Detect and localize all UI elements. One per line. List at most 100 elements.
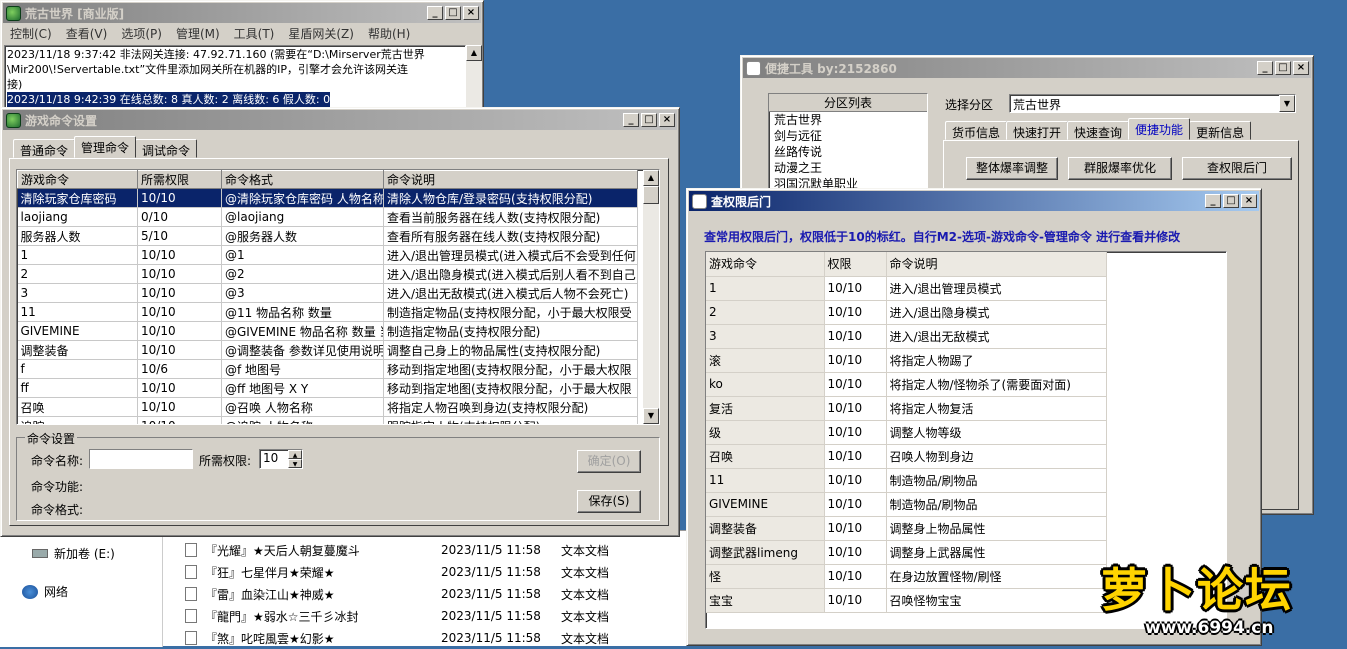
drive-item[interactable]: 新加卷 (E:)	[32, 545, 115, 562]
table-cell: 召唤	[17, 397, 138, 417]
maximize-icon[interactable]: □	[1223, 194, 1239, 208]
cmd-table-scrollbar[interactable]: ▲ ▼	[643, 170, 659, 424]
table-row[interactable]: 1 10/10 @1 进入/退出管理员模式(进入模式后不会受到任何	[17, 245, 638, 265]
scroll-up-icon[interactable]: ▲	[643, 170, 659, 186]
tab-currency[interactable]: 货币信息	[945, 121, 1008, 140]
table-row[interactable]: GIVEMINE10/10@GIVEMINE 物品名称 数量 当前制造指定物品(…	[17, 321, 638, 341]
close-icon[interactable]: ×	[659, 113, 675, 127]
group-droprate-button[interactable]: 群服爆率优化	[1068, 157, 1172, 180]
maximize-icon[interactable]: □	[1275, 61, 1291, 75]
file-row[interactable]: 『狂』七星伴月★荣耀★ 2023/11/5 11:58 文本文档	[185, 561, 609, 583]
log-box[interactable]: 2023/11/18 9:37:42 非法网关连接: 47.92.71.160 …	[4, 45, 466, 113]
chevron-down-icon[interactable]: ▼	[1279, 95, 1295, 112]
overall-droprate-button[interactable]: 整体爆率调整	[966, 157, 1058, 180]
maximize-icon[interactable]: □	[445, 6, 461, 20]
close-icon[interactable]: ×	[1241, 194, 1257, 208]
col-header[interactable]: 命令说明	[886, 252, 1107, 277]
confirm-button[interactable]: 确定(O)	[577, 450, 641, 473]
main-titlebar[interactable]: 荒古世界 [商业版] _ □ ×	[3, 3, 481, 23]
table-row[interactable]: laojiang 0/10 @laojiang 查看当前服务器在线人数(支持权限分配)	[17, 207, 638, 227]
table-row[interactable]: 2 10/10 @2 进入/退出隐身模式(进入模式后别人看不到自己	[17, 264, 638, 284]
cmd-titlebar[interactable]: 游戏命令设置 _ □ ×	[3, 110, 677, 130]
table-row[interactable]: 调整装备 10/10 调整身上物品属性	[706, 516, 1107, 541]
menu-control[interactable]: 控制(C)	[3, 25, 59, 42]
table-row[interactable]: 调整装备 10/10 @调整装备 参数详见使用说明 调整自己身上的物品属性(支持权限分…	[17, 340, 638, 360]
col-header[interactable]: 游戏命令	[706, 252, 825, 277]
minimize-icon[interactable]: _	[1257, 61, 1273, 75]
menu-view[interactable]: 查看(V)	[59, 25, 115, 42]
table-row[interactable]: 11 10/10 @11 物品名称 数量 制造指定物品(支持权限分配，小于最大权限受	[17, 302, 638, 322]
col-header[interactable]: 命令说明	[383, 170, 638, 189]
zone-list-item[interactable]: 荒古世界	[769, 112, 927, 128]
table-row[interactable]: 调整武器limeng 10/10 调整身上武器属性	[706, 540, 1107, 565]
close-icon[interactable]: ×	[1293, 61, 1309, 75]
table-row[interactable]: 11 10/10 制造物品/刷物品	[706, 468, 1107, 493]
close-icon[interactable]: ×	[463, 6, 479, 20]
table-row[interactable]: 级 10/10 调整人物等级	[706, 420, 1107, 445]
file-row[interactable]: 『龍門』★弱水☆三千彡冰封 2023/11/5 11:58 文本文档	[185, 605, 609, 627]
perm-spinner[interactable]: 10 ▲ ▼	[259, 449, 303, 469]
tab-debug-commands[interactable]: 调试命令	[135, 139, 198, 158]
table-row[interactable]: 召唤 10/10 召唤人物到身边	[706, 444, 1107, 469]
tab-quick-query[interactable]: 快速查询	[1067, 121, 1130, 140]
network-item[interactable]: 网络	[22, 583, 68, 600]
table-row[interactable]: 滚 10/10 将指定人物踢了	[706, 348, 1107, 373]
table-row[interactable]: 怪 10/10 在身边放置怪物/刷怪	[706, 564, 1107, 589]
table-row[interactable]: 2 10/10 进入/退出隐身模式	[706, 300, 1107, 325]
tab-normal-commands[interactable]: 普通命令	[13, 139, 76, 158]
table-row[interactable]: 3 10/10 进入/退出无敌模式	[706, 324, 1107, 349]
col-header[interactable]: 命令格式	[221, 170, 384, 189]
col-header[interactable]: 游戏命令	[17, 170, 138, 189]
perm-titlebar[interactable]: 查权限后门 _ □ ×	[689, 191, 1259, 211]
table-row[interactable]: GIVEMINE 10/10 制造物品/刷物品	[706, 492, 1107, 517]
zone-select[interactable]: 荒古世界 ▼	[1009, 94, 1296, 113]
menu-help[interactable]: 帮助(H)	[361, 25, 417, 42]
tab-quick-open[interactable]: 快速打开	[1006, 121, 1069, 140]
menu-gateway[interactable]: 星盾网关(Z)	[281, 25, 361, 42]
zone-list-item[interactable]: 丝路传说	[769, 144, 927, 160]
scroll-down-icon[interactable]: ▼	[643, 408, 659, 424]
minimize-icon[interactable]: _	[427, 6, 443, 20]
file-type: 文本文档	[561, 543, 610, 558]
tool-titlebar[interactable]: 便捷工具 by:2152860 _ □ ×	[743, 58, 1311, 78]
maximize-icon[interactable]: □	[641, 113, 657, 127]
cmd-name-input[interactable]	[89, 449, 193, 469]
zone-list-header[interactable]: 分区列表	[769, 94, 927, 112]
tab-update-info[interactable]: 更新信息	[1189, 121, 1252, 140]
minimize-icon[interactable]: _	[1205, 194, 1221, 208]
log-scrollbar[interactable]: ▲	[466, 45, 482, 113]
table-row[interactable]: 3 10/10 @3 进入/退出无敌模式(进入模式后人物不会死亡)	[17, 283, 638, 303]
minimize-icon[interactable]: _	[623, 113, 639, 127]
table-row[interactable]: 追踪10/10@追踪 人物名称跟踪指定人物(支持权限分配)	[17, 416, 638, 424]
table-row[interactable]: ff 10/10 @ff 地图号 X Y 移动到指定地图(支持权限分配，小于最大权限	[17, 378, 638, 398]
spin-up-icon[interactable]: ▲	[288, 450, 302, 459]
table-row[interactable]: ko 10/10 将指定人物/怪物杀了(需要面对面)	[706, 372, 1107, 397]
col-header[interactable]: 权限	[824, 252, 887, 277]
tab-admin-commands[interactable]: 管理命令	[74, 136, 137, 158]
table-row[interactable]: 宝宝 10/10 召唤怪物宝宝	[706, 588, 1107, 613]
scroll-thumb[interactable]	[643, 186, 659, 204]
table-row[interactable]: 复活 10/10 将指定人物复活	[706, 396, 1107, 421]
file-row[interactable]: 『雷』血染江山★神威★ 2023/11/5 11:58 文本文档	[185, 583, 609, 605]
zone-list-item[interactable]: 剑与远征	[769, 128, 927, 144]
col-header[interactable]: 所需权限	[137, 170, 222, 189]
check-backdoor-button[interactable]: 查权限后门	[1182, 157, 1292, 180]
zone-list[interactable]: 分区列表 荒古世界 剑与远征 丝路传说 动漫之王 羽国沉默单职业	[768, 93, 928, 193]
table-row[interactable]: f 10/6 @f 地图号 移动到指定地图(支持权限分配，小于最大权限	[17, 359, 638, 379]
file-row[interactable]: 『光耀』★天后人朝复蔓魔斗 2023/11/5 11:58 文本文档	[185, 539, 609, 561]
table-row[interactable]: 服务器人数 5/10 @服务器人数 查看所有服务器在线人数(支持权限分配)	[17, 226, 638, 246]
table-cell: 11	[706, 468, 825, 493]
table-row[interactable]: 清除玩家仓库密码 10/10 @清除玩家仓库密码 人物名称 清除人物仓库/登录密码(支…	[17, 188, 638, 208]
app-icon	[6, 112, 21, 128]
scroll-up-icon[interactable]: ▲	[466, 45, 482, 61]
spin-down-icon[interactable]: ▼	[288, 459, 302, 468]
table-row[interactable]: 1 10/10 进入/退出管理员模式	[706, 276, 1107, 301]
save-button[interactable]: 保存(S)	[577, 490, 641, 513]
menu-options[interactable]: 选项(P)	[114, 25, 169, 42]
menu-manage[interactable]: 管理(M)	[169, 25, 227, 42]
tab-convenience[interactable]: 便捷功能	[1128, 118, 1191, 140]
menu-tools[interactable]: 工具(T)	[227, 25, 282, 42]
zone-list-item[interactable]: 动漫之王	[769, 160, 927, 176]
perm-value[interactable]: 10	[263, 451, 278, 465]
table-row[interactable]: 召唤 10/10 @召唤 人物名称 将指定人物召唤到身边(支持权限分配)	[17, 397, 638, 417]
